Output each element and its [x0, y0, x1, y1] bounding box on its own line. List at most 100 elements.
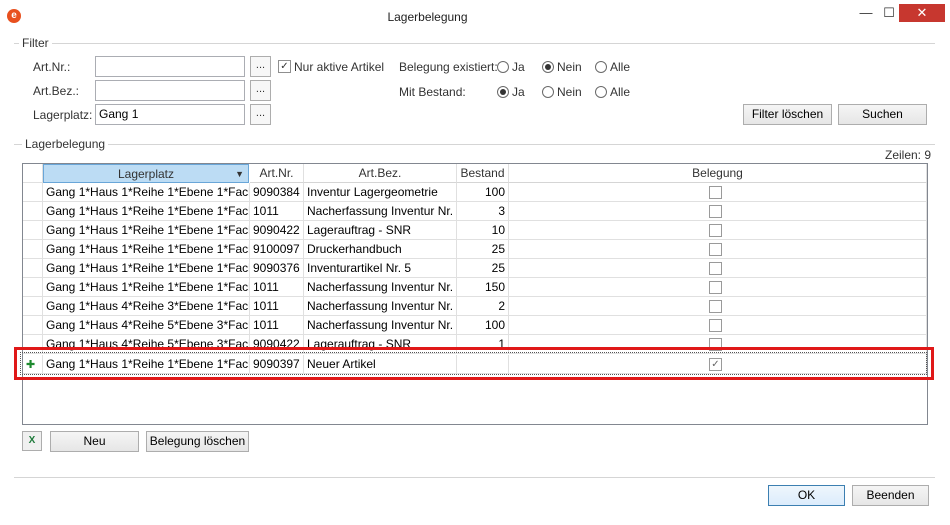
art-bez-input[interactable]: [95, 80, 245, 101]
cell-lagerplatz[interactable]: Gang 1*Haus 4*Reihe 3*Ebene 1*Fach 1: [43, 297, 250, 316]
nur-aktive-checkbox[interactable]: ✓: [278, 60, 291, 73]
cell-art-nr[interactable]: 9090384: [250, 183, 304, 202]
belegung-checkbox[interactable]: [709, 281, 722, 294]
mit-bestand-label: Mit Bestand:: [399, 85, 466, 99]
cell-art-nr[interactable]: 1011: [250, 278, 304, 297]
cell-bestand[interactable]: 100: [457, 316, 509, 335]
cell-lagerplatz[interactable]: Gang 1*Haus 1*Reihe 1*Ebene 1*Fach 2: [43, 278, 250, 297]
cell-art-bez[interactable]: Nacherfassung Inventur Nr. 2: [304, 202, 457, 221]
grid-group-divider: [14, 144, 935, 145]
row-selector[interactable]: [23, 221, 43, 240]
grid-group-label: Lagerbelegung: [22, 137, 109, 151]
window-title: Lagerbelegung: [387, 10, 468, 24]
belegung-ja-radio[interactable]: [497, 61, 509, 73]
belegung-checkbox[interactable]: [709, 243, 722, 256]
cell-bestand[interactable]: 2: [457, 297, 509, 316]
cell-belegung: [509, 240, 927, 259]
cell-art-nr[interactable]: 9090422: [250, 221, 304, 240]
row-selector[interactable]: [23, 278, 43, 297]
row-selector[interactable]: [23, 240, 43, 259]
cell-bestand[interactable]: 10: [457, 221, 509, 240]
art-nr-input[interactable]: [95, 56, 245, 77]
bestand-alle-radio[interactable]: [595, 86, 607, 98]
ok-button[interactable]: OK: [768, 485, 845, 506]
belegung-checkbox[interactable]: [709, 319, 722, 332]
cell-art-bez[interactable]: Inventurartikel Nr. 5: [304, 259, 457, 278]
column-header-lagerplatz[interactable]: Lagerplatz ▼: [43, 164, 249, 183]
cell-art-nr[interactable]: 9090376: [250, 259, 304, 278]
belegung-alle-radio[interactable]: [595, 61, 607, 73]
row-selector[interactable]: [23, 183, 43, 202]
column-header-lagerplatz-label: Lagerplatz: [117, 167, 175, 181]
data-grid[interactable]: Lagerplatz ▼ Art.Nr. Art.Bez. Bestand Be…: [22, 163, 928, 425]
table-row[interactable]: Gang 1*Haus 1*Reihe 1*Ebene 1*Fach 2 1011…: [23, 278, 927, 297]
table-row[interactable]: Gang 1*Haus 4*Reihe 3*Ebene 1*Fach 1 1011…: [23, 297, 927, 316]
table-row[interactable]: Gang 1*Haus 1*Reihe 1*Ebene 1*Fach 2 9090…: [23, 259, 927, 278]
row-selector[interactable]: [23, 316, 43, 335]
art-bez-browse-button[interactable]: ...: [250, 80, 271, 101]
cell-belegung: [509, 259, 927, 278]
cell-art-bez[interactable]: Druckerhandbuch: [304, 240, 457, 259]
cell-lagerplatz[interactable]: Gang 1*Haus 1*Reihe 1*Ebene 1*Fach 1: [43, 183, 250, 202]
search-button[interactable]: Suchen: [838, 104, 927, 125]
beenden-button[interactable]: Beenden: [852, 485, 929, 506]
belegung-alle-label: Alle: [610, 60, 631, 74]
cell-art-nr[interactable]: 1011: [250, 297, 304, 316]
art-bez-label: Art.Bez.:: [33, 84, 80, 98]
nur-aktive-label: Nur aktive Artikel: [294, 60, 385, 74]
excel-export-icon[interactable]: X: [22, 431, 42, 451]
cell-art-bez[interactable]: Lagerauftrag - SNR: [304, 221, 457, 240]
delete-belegung-button[interactable]: Belegung löschen: [146, 431, 249, 452]
column-header-art-bez[interactable]: Art.Bez.: [304, 164, 457, 183]
cell-art-nr[interactable]: 9100097: [250, 240, 304, 259]
bestand-ja-radio[interactable]: [497, 86, 509, 98]
cell-lagerplatz[interactable]: Gang 1*Haus 4*Reihe 5*Ebene 3*Fach 3: [43, 316, 250, 335]
cell-art-bez[interactable]: Inventur Lagergeometrie: [304, 183, 457, 202]
table-row[interactable]: Gang 1*Haus 1*Reihe 1*Ebene 1*Fach 1 1011…: [23, 202, 927, 221]
cell-lagerplatz[interactable]: Gang 1*Haus 1*Reihe 1*Ebene 1*Fach 1: [43, 202, 250, 221]
belegung-checkbox[interactable]: [709, 262, 722, 275]
cell-belegung: [509, 316, 927, 335]
cell-bestand[interactable]: 3: [457, 202, 509, 221]
filter-group-divider: [14, 43, 935, 44]
belegung-checkbox[interactable]: [709, 224, 722, 237]
row-selector[interactable]: [23, 259, 43, 278]
cell-art-bez[interactable]: Nacherfassung Inventur Nr. 2: [304, 297, 457, 316]
cell-art-nr[interactable]: 1011: [250, 202, 304, 221]
belegung-nein-label: Nein: [557, 60, 582, 74]
table-row[interactable]: Gang 1*Haus 1*Reihe 1*Ebene 1*Fach 1 9090…: [23, 183, 927, 202]
column-header-belegung[interactable]: Belegung: [509, 164, 927, 183]
column-header-art-nr[interactable]: Art.Nr.: [250, 164, 304, 183]
cell-art-nr[interactable]: 1011: [250, 316, 304, 335]
table-row[interactable]: Gang 1*Haus 1*Reihe 1*Ebene 1*Fach 1 9100…: [23, 240, 927, 259]
lagerplatz-browse-button[interactable]: ...: [250, 104, 271, 125]
table-row[interactable]: Gang 1*Haus 4*Reihe 5*Ebene 3*Fach 3 1011…: [23, 316, 927, 335]
cell-lagerplatz[interactable]: Gang 1*Haus 1*Reihe 1*Ebene 1*Fach 1: [43, 240, 250, 259]
filter-clear-button[interactable]: Filter löschen: [743, 104, 832, 125]
cell-art-bez[interactable]: Nacherfassung Inventur Nr. 2: [304, 316, 457, 335]
belegung-checkbox[interactable]: [709, 300, 722, 313]
cell-bestand[interactable]: 100: [457, 183, 509, 202]
belegung-checkbox[interactable]: [709, 205, 722, 218]
table-row[interactable]: Gang 1*Haus 1*Reihe 1*Ebene 1*Fach 1 9090…: [23, 221, 927, 240]
art-nr-browse-button[interactable]: ...: [250, 56, 271, 77]
cell-bestand[interactable]: 25: [457, 240, 509, 259]
cell-lagerplatz[interactable]: Gang 1*Haus 1*Reihe 1*Ebene 1*Fach 1: [43, 221, 250, 240]
cell-bestand[interactable]: 25: [457, 259, 509, 278]
dropdown-arrow-icon[interactable]: ▼: [235, 165, 244, 182]
cell-bestand[interactable]: 150: [457, 278, 509, 297]
belegung-nein-radio[interactable]: [542, 61, 554, 73]
close-window-button[interactable]: ✕: [899, 4, 945, 22]
row-selector[interactable]: [23, 202, 43, 221]
belegung-ja-label: Ja: [512, 60, 525, 74]
cell-art-bez[interactable]: Nacherfassung Inventur Nr. 2: [304, 278, 457, 297]
neu-button[interactable]: Neu: [50, 431, 139, 452]
row-selector[interactable]: [23, 297, 43, 316]
art-nr-label: Art.Nr.:: [33, 60, 71, 74]
bestand-nein-radio[interactable]: [542, 86, 554, 98]
column-header-bestand[interactable]: Bestand: [457, 164, 509, 183]
cell-lagerplatz[interactable]: Gang 1*Haus 1*Reihe 1*Ebene 1*Fach 2: [43, 259, 250, 278]
row-count: Zeilen: 9: [885, 148, 932, 162]
belegung-checkbox[interactable]: [709, 186, 722, 199]
lagerplatz-input[interactable]: Gang 1: [95, 104, 245, 125]
